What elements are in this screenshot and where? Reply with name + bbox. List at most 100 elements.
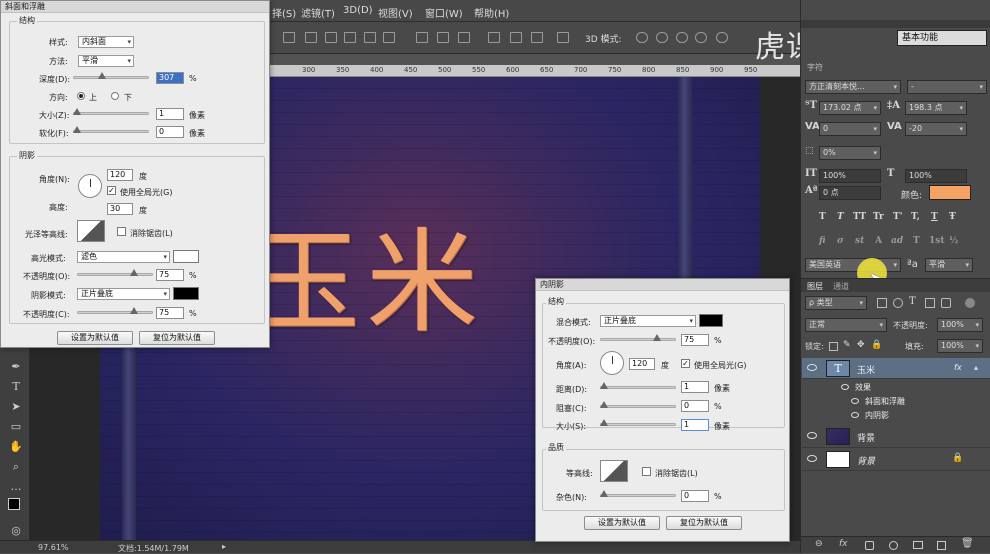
visibility-eye-icon[interactable]: [851, 412, 859, 418]
slider-knob[interactable]: [98, 72, 106, 79]
filter-adjust-icon[interactable]: [893, 298, 903, 308]
collapse-arrow-icon[interactable]: ▴: [974, 363, 978, 372]
slider-knob[interactable]: [73, 126, 81, 133]
titling-button[interactable]: T: [913, 236, 920, 246]
choke-input[interactable]: 0: [681, 400, 709, 412]
highlight-color-swatch[interactable]: [173, 250, 199, 263]
align-vcenter-icon[interactable]: [305, 32, 317, 43]
slider-knob[interactable]: [73, 108, 81, 115]
global-light-checkbox[interactable]: ✓: [681, 359, 690, 368]
faux-bold-button[interactable]: T: [819, 212, 826, 222]
shadow-opacity-slider[interactable]: [77, 307, 153, 314]
gloss-contour-picker[interactable]: [77, 220, 105, 242]
visibility-eye-icon[interactable]: [807, 364, 817, 371]
status-arrow-icon[interactable]: ▸: [222, 542, 226, 551]
distribute-vcenter-icon[interactable]: [437, 32, 449, 43]
effect-inner-shadow[interactable]: 内阴影: [865, 410, 889, 421]
opacity-slider[interactable]: [600, 334, 676, 341]
shadow-mode-select[interactable]: 正片叠底: [77, 288, 170, 300]
soften-input[interactable]: 0: [156, 126, 184, 138]
link-layers-icon[interactable]: ⊖: [815, 539, 823, 549]
tab-layers[interactable]: 图层: [807, 281, 823, 292]
distribute-hcenter-icon[interactable]: [510, 32, 522, 43]
distribute-top-icon[interactable]: [416, 32, 428, 43]
small-caps-button[interactable]: Tr: [873, 212, 884, 222]
stylistic-alt-button[interactable]: st: [855, 236, 864, 246]
blend-mode-select[interactable]: 正片叠底: [600, 315, 696, 327]
align-left-icon[interactable]: [344, 32, 356, 43]
new-group-icon[interactable]: [913, 541, 923, 549]
canvas-text-layer[interactable]: 玉米: [248, 227, 484, 339]
make-default-button[interactable]: 设置为默认值: [584, 516, 660, 530]
add-mask-icon[interactable]: [865, 541, 874, 550]
filter-shape-icon[interactable]: [925, 298, 935, 308]
horizontal-scale-input[interactable]: 100%: [905, 169, 967, 183]
strikethrough-button[interactable]: Ŧ: [949, 212, 956, 222]
soften-slider[interactable]: [73, 126, 149, 133]
3d-scale-icon[interactable]: [716, 32, 728, 43]
hand-tool-icon[interactable]: ✋: [9, 440, 23, 454]
distance-input[interactable]: 1: [681, 381, 709, 393]
layer-filter-select[interactable]: ρ 类型: [805, 296, 867, 310]
character-tab[interactable]: 字符: [807, 62, 823, 73]
filter-smart-icon[interactable]: [941, 298, 951, 308]
leading-select[interactable]: 198.3 点: [905, 101, 967, 115]
discretionary-lig-button[interactable]: ad: [891, 236, 903, 246]
contour-picker[interactable]: [600, 460, 628, 482]
delete-layer-icon[interactable]: 🗑: [961, 538, 974, 549]
underline-button[interactable]: T: [931, 212, 938, 222]
fractions-button[interactable]: ½: [949, 236, 958, 246]
filter-pixel-icon[interactable]: [877, 298, 887, 308]
style-select[interactable]: 内斜面: [78, 36, 134, 48]
highlight-opacity-slider[interactable]: [77, 269, 153, 276]
3d-rotate-icon[interactable]: [636, 32, 648, 43]
3d-roll-icon[interactable]: [656, 32, 668, 43]
type-tool-icon[interactable]: T: [9, 380, 23, 394]
antialias-method-select[interactable]: 平滑: [925, 258, 973, 272]
angle-input[interactable]: 120: [107, 169, 133, 181]
align-top-icon[interactable]: [283, 32, 295, 43]
angle-dial[interactable]: [600, 351, 624, 375]
pen-tool-icon[interactable]: ✒: [9, 360, 23, 374]
zoom-level[interactable]: 97.61%: [38, 543, 69, 552]
font-family-select[interactable]: 方正清刻本悦...: [805, 80, 901, 94]
highlight-mode-select[interactable]: 滤色: [77, 251, 170, 263]
ordinals-button[interactable]: 1st: [929, 236, 945, 246]
align-right-icon[interactable]: [383, 32, 395, 43]
lock-transparent-icon[interactable]: [829, 342, 838, 351]
visibility-eye-icon[interactable]: [807, 455, 817, 462]
make-default-button[interactable]: 设置为默认值: [57, 331, 133, 345]
layer-row-background-image[interactable]: 背景: [802, 426, 990, 448]
visibility-eye-icon[interactable]: [851, 398, 859, 404]
distribute-right-icon[interactable]: [531, 32, 543, 43]
depth-input[interactable]: 307: [156, 72, 184, 84]
visibility-eye-icon[interactable]: [841, 384, 849, 390]
all-caps-button[interactable]: TT: [853, 212, 866, 222]
tab-channels[interactable]: 通道: [833, 281, 849, 292]
angle-dial[interactable]: [78, 174, 102, 198]
size-slider[interactable]: [600, 419, 676, 426]
size-slider[interactable]: [73, 108, 149, 115]
new-adjustment-icon[interactable]: [889, 541, 898, 550]
ligatures-button[interactable]: fi: [819, 236, 826, 246]
slider-knob[interactable]: [600, 382, 608, 389]
technique-select[interactable]: 平滑: [78, 55, 134, 67]
menu-select[interactable]: 择(S): [272, 5, 296, 20]
foreground-color[interactable]: [8, 498, 20, 510]
noise-input[interactable]: 0: [681, 490, 709, 502]
layer-row-text[interactable]: T 玉米 fx ▴: [802, 358, 990, 379]
choke-slider[interactable]: [600, 401, 676, 408]
effects-label[interactable]: 效果: [855, 382, 871, 393]
layer-opacity-select[interactable]: 100%: [937, 318, 983, 332]
altitude-input[interactable]: 30: [107, 203, 133, 215]
slider-knob[interactable]: [600, 490, 608, 497]
filter-type-icon[interactable]: T: [909, 296, 916, 307]
shadow-opacity-input[interactable]: 75: [156, 307, 184, 319]
shadow-color-swatch[interactable]: [173, 287, 199, 300]
old-style-button[interactable]: σ: [837, 236, 844, 246]
more-tools-icon[interactable]: …: [9, 480, 23, 494]
highlight-opacity-input[interactable]: 75: [156, 269, 184, 281]
effect-bevel-emboss[interactable]: 斜面和浮雕: [865, 396, 905, 407]
distance-slider[interactable]: [600, 382, 676, 389]
kerning-select[interactable]: 0: [819, 122, 881, 136]
